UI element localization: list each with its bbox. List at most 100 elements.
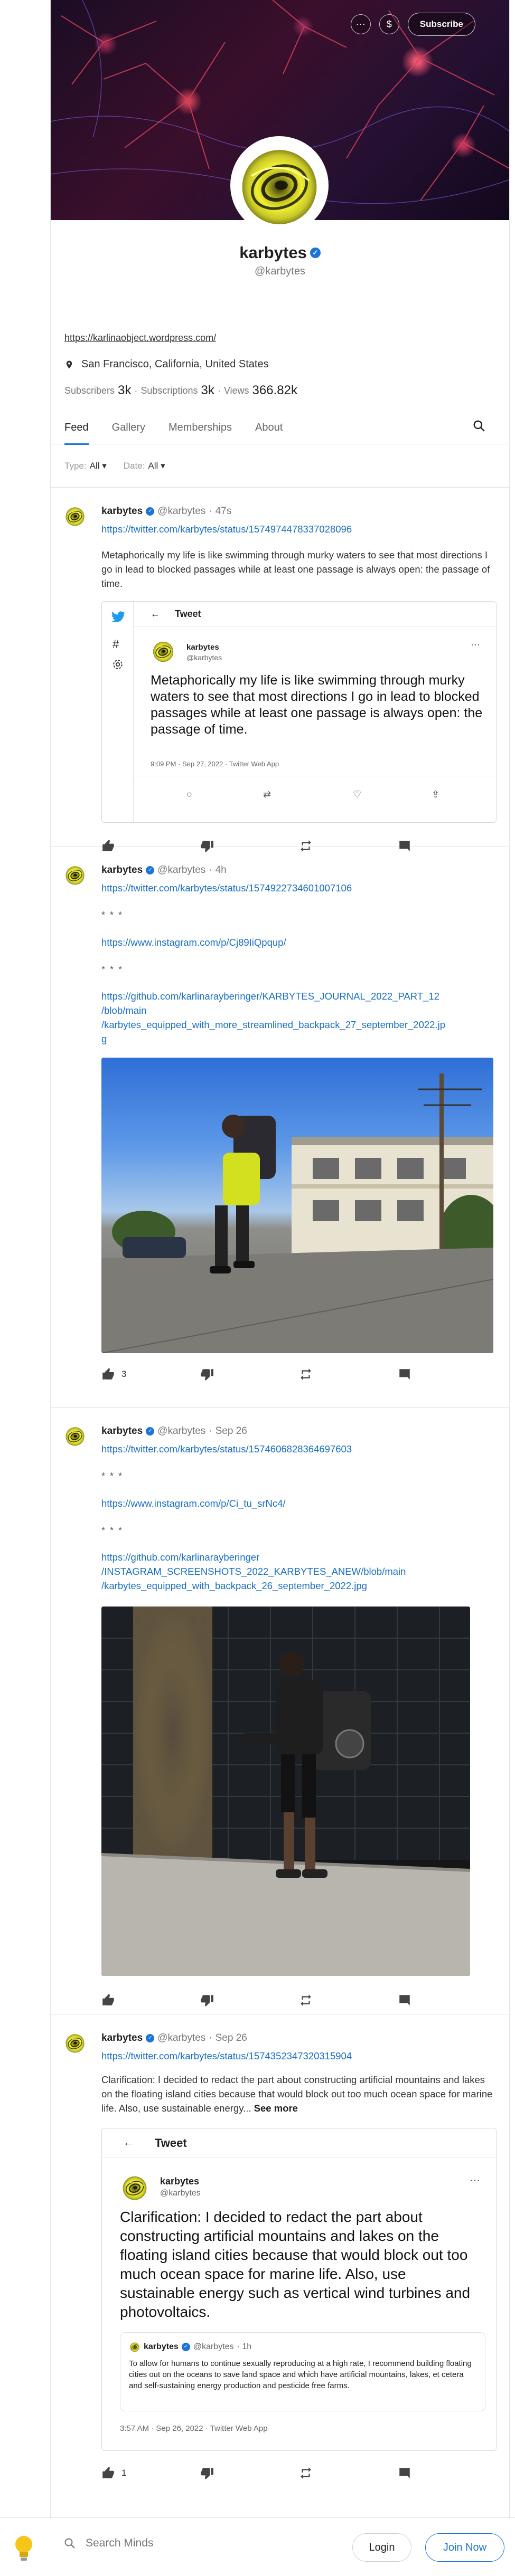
quoted-tweet-text: To allow for humans to continue sexually…: [129, 2359, 472, 2390]
post-author-name[interactable]: karbytes: [101, 506, 143, 517]
back-arrow-icon[interactable]: ←: [123, 2137, 134, 2149]
quoted-tweet-avatar: [129, 2341, 141, 2353]
thumb-up-icon: [101, 1367, 115, 1381]
channel-handle: @karbytes: [255, 265, 305, 277]
subscribe-button[interactable]: Subscribe: [407, 13, 475, 36]
search-icon[interactable]: [472, 419, 486, 433]
tweet-meta: 9:09 PM · Sep 27, 2022 · Twitter Web App: [151, 760, 279, 768]
downvote-button[interactable]: [200, 2466, 299, 2480]
post-author-handle[interactable]: @karbytes: [157, 864, 205, 876]
quoted-tweet-time: · 1h: [237, 2342, 252, 2351]
upvote-button[interactable]: 3: [101, 1367, 200, 1381]
remind-button[interactable]: [299, 1367, 398, 1381]
join-now-button[interactable]: Join Now: [425, 2533, 504, 2562]
comment-icon: [398, 1367, 411, 1381]
post-link[interactable]: https://twitter.com/karbytes/status/1574…: [101, 2050, 497, 2062]
share-icon[interactable]: ⇪: [432, 789, 439, 800]
github-link[interactable]: https://github.com/karlinarayberinger /I…: [101, 1550, 497, 1593]
tip-button[interactable]: $: [379, 14, 399, 34]
post-author-name[interactable]: karbytes: [101, 1425, 143, 1437]
post-avatar[interactable]: [63, 863, 87, 887]
heart-icon[interactable]: ♡: [353, 789, 361, 800]
views-count: 366.82k: [252, 383, 297, 397]
location-text: San Francisco, California, United States: [81, 358, 269, 370]
back-arrow-icon[interactable]: ←: [151, 609, 160, 620]
post-time[interactable]: 4h: [216, 864, 227, 876]
login-button[interactable]: Login: [352, 2533, 411, 2562]
tab-feed[interactable]: Feed: [64, 419, 89, 445]
post-author-name[interactable]: karbytes: [101, 864, 143, 876]
tweet-author-name[interactable]: karbytes: [160, 2176, 199, 2187]
upvote-button[interactable]: 1: [101, 2466, 200, 2480]
thumb-down-icon: [200, 2466, 214, 2480]
tweet-more-icon[interactable]: ⋯: [470, 2174, 480, 2187]
downvote-button[interactable]: [200, 1367, 299, 1381]
post-avatar[interactable]: [63, 505, 87, 528]
tweet-author-avatar[interactable]: [120, 2173, 149, 2202]
tweet-author-avatar[interactable]: [151, 639, 176, 664]
downvote-button[interactable]: [200, 1993, 299, 2007]
tab-gallery[interactable]: Gallery: [112, 419, 145, 444]
github-link[interactable]: https://github.com/karlinarayberinger/KA…: [101, 989, 497, 1046]
search-field[interactable]: [63, 2537, 276, 2550]
post-photo[interactable]: [101, 1607, 470, 1976]
post-header: karbytes ✓ @karbytes · 4h: [101, 864, 227, 876]
subscribers-count[interactable]: 3k: [118, 383, 131, 398]
post-link[interactable]: https://twitter.com/karbytes/status/1574…: [101, 882, 497, 894]
thumb-down-icon: [200, 1367, 214, 1381]
subscriptions-count[interactable]: 3k: [201, 383, 214, 398]
location-row: San Francisco, California, United States: [64, 358, 509, 370]
bottom-bar: Login Join Now: [0, 2517, 515, 2576]
embedded-tweet[interactable]: # ← Tweet karbytes @karbytes ⋯ Metaphori…: [101, 601, 497, 823]
website-link[interactable]: https://karlinaobject.wordpress.com/: [64, 332, 509, 344]
upvote-button[interactable]: [101, 1993, 200, 2007]
post-author-handle[interactable]: @karbytes: [157, 1425, 205, 1437]
instagram-link[interactable]: https://www.instagram.com/p/Ci_tu_srNc4/: [101, 1498, 497, 1509]
quoted-tweet[interactable]: karbytes ✓ @karbytes · 1h To allow for h…: [120, 2332, 485, 2411]
separator-stars: * * *: [101, 1471, 124, 1481]
comment-button[interactable]: [398, 1367, 497, 1381]
tweet-more-icon[interactable]: ⋯: [471, 640, 480, 651]
reply-icon[interactable]: ○: [186, 789, 192, 800]
post-time[interactable]: Sep 26: [216, 2032, 247, 2044]
comment-button[interactable]: [398, 1993, 497, 2007]
post-author-handle[interactable]: @karbytes: [157, 2032, 205, 2044]
post-link[interactable]: https://twitter.com/karbytes/status/1574…: [101, 1443, 497, 1455]
post-author-name[interactable]: karbytes: [101, 2032, 143, 2044]
post-author-handle[interactable]: @karbytes: [157, 506, 205, 517]
post-time[interactable]: Sep 26: [216, 1425, 247, 1437]
tweet-author-name[interactable]: karbytes: [186, 643, 219, 652]
tweet-author-handle[interactable]: @karbytes: [186, 653, 222, 662]
search-input[interactable]: [86, 2537, 276, 2550]
settings-icon: [113, 660, 123, 669]
tweet-meta: 3:57 AM · Sep 26, 2022 · Twitter Web App: [120, 2424, 268, 2433]
remind-button[interactable]: [299, 2466, 398, 2480]
type-filter[interactable]: Type: All ▾: [64, 461, 107, 471]
see-more-link[interactable]: See more: [254, 2103, 298, 2114]
post-header: karbytes ✓ @karbytes · 47s: [101, 506, 232, 517]
embedded-tweet[interactable]: ← Tweet karbytes @karbytes ⋯ Clarificati…: [101, 2128, 497, 2451]
chevron-down-icon: ▾: [102, 460, 107, 471]
channel-avatar[interactable]: [230, 136, 329, 234]
tweet-author-handle[interactable]: @karbytes: [160, 2189, 201, 2198]
post-avatar[interactable]: [63, 2031, 87, 2055]
profile-meta: https://karlinaobject.wordpress.com/ San…: [51, 332, 509, 398]
post-link[interactable]: https://twitter.com/karbytes/status/1574…: [101, 524, 497, 535]
remind-button[interactable]: [299, 1993, 398, 2007]
lightbulb-logo-icon[interactable]: [12, 2534, 36, 2563]
post-text: Metaphorically my life is like swimming …: [101, 549, 490, 589]
post-time[interactable]: 47s: [216, 506, 232, 517]
more-options-button[interactable]: ⋯: [350, 14, 371, 34]
post-photo[interactable]: [101, 1058, 493, 1353]
instagram-link[interactable]: https://www.instagram.com/p/Cj89IiQpqup/: [101, 937, 497, 948]
feed-filters: Type: All ▾ Date: All ▾: [51, 444, 509, 488]
tab-memberships[interactable]: Memberships: [168, 419, 232, 444]
repeat-icon: [299, 2466, 313, 2480]
date-filter[interactable]: Date: All ▾: [124, 461, 165, 471]
retweet-icon[interactable]: ⇄: [263, 789, 271, 800]
tab-about[interactable]: About: [255, 419, 283, 444]
comment-button[interactable]: [398, 2466, 497, 2480]
post-avatar[interactable]: [63, 1424, 87, 1448]
photo-night-scene: [101, 1607, 470, 1976]
post-actions: 3: [101, 1358, 497, 1390]
